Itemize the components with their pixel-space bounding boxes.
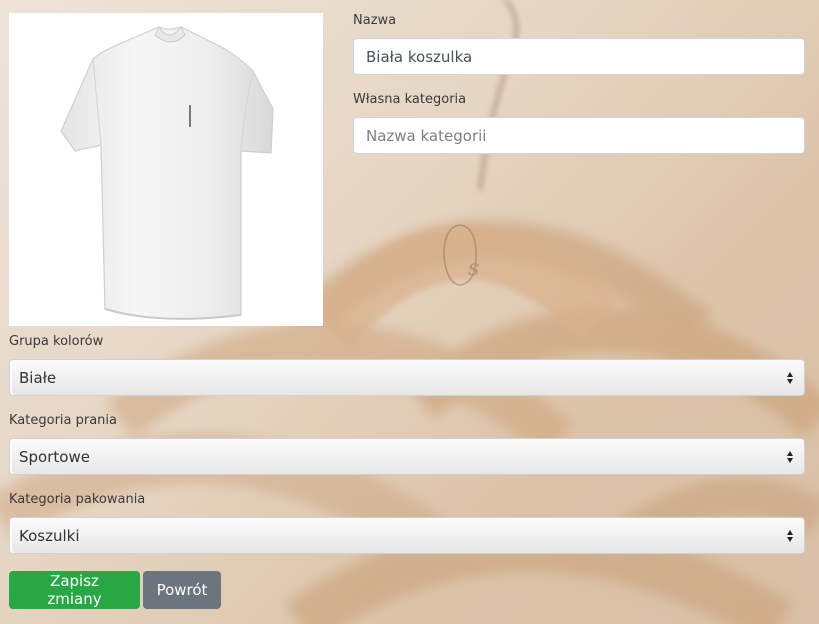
washing-category-select[interactable]: Sportowe — [9, 438, 805, 475]
name-input[interactable] — [353, 38, 805, 75]
color-group-label: Grupa kolorów — [9, 334, 104, 349]
packing-category-label: Kategoria pakowania — [9, 492, 146, 507]
select-arrows-icon — [785, 450, 795, 463]
color-group-value: Białe — [19, 368, 57, 387]
back-button[interactable]: Powrót — [143, 571, 221, 609]
packing-category-select[interactable]: Koszulki — [9, 517, 805, 554]
select-arrows-icon — [785, 529, 795, 542]
name-label: Nazwa — [353, 13, 397, 28]
select-arrows-icon — [785, 371, 795, 384]
washing-category-value: Sportowe — [19, 447, 90, 466]
product-image — [9, 13, 323, 326]
packing-category-value: Koszulki — [19, 526, 80, 545]
save-changes-button[interactable]: Zapisz zmiany — [9, 571, 140, 609]
custom-category-input[interactable] — [353, 117, 805, 154]
color-group-select[interactable]: Białe — [9, 359, 805, 396]
custom-category-label: Własna kategoria — [353, 92, 467, 107]
white-tshirt-image — [60, 25, 274, 320]
washing-category-label: Kategoria prania — [9, 413, 117, 428]
